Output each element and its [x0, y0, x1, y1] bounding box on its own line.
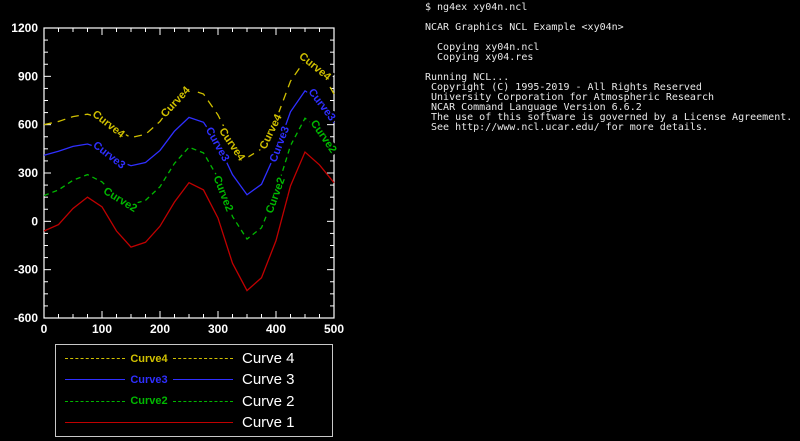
ncl-graphics-window: 0 100 200 300 400 500 -600 -300 0 300 600 900 1200 Cu…: [0, 0, 420, 441]
terminal-output[interactable]: $ ng4ex xy04n.ncl NCAR Graphics NCL Examp…: [425, 3, 797, 438]
curve-line-curve-3: [44, 91, 334, 195]
x-tick-label: 100: [92, 322, 112, 336]
curve-inline-label: Curve4: [90, 108, 127, 141]
legend-inline-label: Curve2: [125, 395, 172, 407]
xy-plot-svg: 0 100 200 300 400 500 -600 -300 0 300 600 900 1200 Cu…: [0, 0, 420, 340]
plot-frame: [44, 28, 334, 318]
legend-entry: Curve4 Curve 4: [56, 348, 332, 369]
legend-line-sample: Curve2: [65, 395, 233, 407]
legend-line-segment: [65, 401, 125, 402]
legend-line-segment: [173, 379, 233, 380]
legend-entry: Curve3 Curve 3: [56, 369, 332, 390]
plot-legend: Curve4Curve 4Curve3Curve 3Curve2Curve 2C…: [55, 344, 333, 437]
curve-line-curve-2: [44, 118, 334, 239]
curve-inline-label: Curve4: [297, 50, 334, 83]
legend-line-sample: [65, 422, 233, 423]
legend-line-segment: [65, 379, 125, 380]
curve-line-curve-4: [44, 60, 334, 157]
terminal-line: NCAR Graphics NCL Example <xy04n>: [425, 23, 797, 33]
legend-label: Curve 4: [242, 350, 295, 367]
legend-label: Curve 1: [242, 414, 295, 431]
terminal-line: $ ng4ex xy04n.ncl: [425, 3, 797, 13]
legend-line-sample: Curve3: [65, 374, 233, 386]
x-tick-label: 400: [266, 322, 286, 336]
legend-entry: Curve2 Curve 2: [56, 391, 332, 412]
y-tick-label: 0: [31, 214, 38, 228]
legend-line-segment: [173, 401, 233, 402]
curve-inline-label: Curve3: [91, 139, 128, 171]
legend-label: Curve 3: [242, 371, 295, 388]
y-tick-label: -300: [14, 263, 38, 277]
legend-inline-label: Curve3: [125, 374, 172, 386]
x-tick-label: 500: [324, 322, 344, 336]
y-tick-label: 600: [18, 118, 38, 132]
curve-inline-label: Curve4: [159, 84, 194, 120]
y-tick-label: 1200: [11, 21, 38, 35]
legend-line-segment: [65, 358, 125, 359]
x-tick-label: 300: [208, 322, 228, 336]
legend-label: Curve 2: [242, 393, 295, 410]
legend-line-segment: [65, 422, 233, 423]
terminal-line: See http://www.ncl.ucar.edu/ for more de…: [425, 123, 797, 133]
legend-line-sample: Curve4: [65, 353, 233, 365]
y-tick-label: -600: [14, 311, 38, 325]
x-tick-label: 0: [41, 322, 48, 336]
legend-inline-label: Curve4: [125, 353, 172, 365]
curve-inline-label: Curve2: [211, 174, 236, 213]
x-tick-label: 200: [150, 322, 170, 336]
terminal-line: Copying xy04.res: [425, 53, 797, 63]
curve-line-curve-1: [44, 152, 334, 291]
y-tick-label: 900: [18, 69, 38, 83]
y-tick-label: 300: [18, 166, 38, 180]
curve-inline-label: Curve2: [101, 185, 139, 215]
legend-entry: Curve 1: [56, 412, 332, 433]
desktop: 0 100 200 300 400 500 -600 -300 0 300 600 900 1200 Cu…: [0, 0, 800, 441]
legend-line-segment: [173, 358, 233, 359]
